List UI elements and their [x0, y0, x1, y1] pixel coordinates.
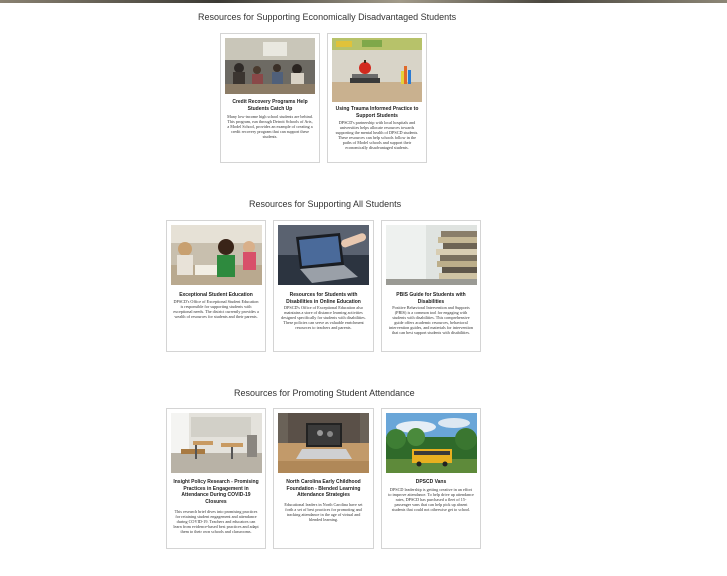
resource-card-credit-recovery[interactable]: Credit Recovery Programs Help Students C…	[220, 33, 320, 163]
card-title[interactable]: Using Trauma Informed Practice to Suppor…	[332, 106, 422, 119]
card-description: Many low-income high school students are…	[227, 114, 313, 140]
card-title[interactable]: PBIS Guide for Students with Disabilitie…	[386, 292, 476, 305]
children-reading-photo	[171, 225, 262, 285]
laptop-desk-photo	[278, 413, 369, 473]
book-stack-photo	[386, 225, 477, 285]
section-title-economically-disadvantaged: Resources for Supporting Economically Di…	[198, 12, 457, 22]
classroom-photo	[225, 38, 315, 94]
school-bus-photo	[386, 413, 477, 473]
card-description: Positive Behavioral Intervention and Sup…	[389, 305, 473, 336]
apple-books-photo	[332, 38, 422, 102]
resource-card-nc-early-childhood[interactable]: North Carolina Early Childhood Foundatio…	[273, 408, 374, 549]
empty-classroom-photo	[171, 413, 262, 473]
section-title-all-students: Resources for Supporting All Students	[249, 199, 402, 209]
card-description: DPSCD leadership is getting creative in …	[388, 487, 474, 513]
section-title-attendance: Resources for Promoting Student Attendan…	[234, 388, 415, 398]
card-title[interactable]: North Carolina Early Childhood Foundatio…	[278, 479, 369, 499]
resource-card-dpscd-vans[interactable]: DPSCD Vans DPSCD leadership is getting c…	[381, 408, 481, 549]
card-title[interactable]: Exceptional Student Education	[171, 292, 261, 299]
resource-card-exceptional-education[interactable]: Exceptional Student Education DPSCD's Of…	[166, 220, 266, 352]
card-title[interactable]: Resources for Students with Disabilities…	[278, 292, 369, 305]
resource-card-insight-policy[interactable]: Insight Policy Research - Promising Prac…	[166, 408, 266, 549]
card-description: This research brief dives into promising…	[173, 509, 259, 535]
card-description: Educational leaders in North Carolina ha…	[284, 502, 363, 523]
laptop-hand-photo	[278, 225, 369, 285]
resource-card-trauma-informed[interactable]: Using Trauma Informed Practice to Suppor…	[327, 33, 427, 163]
top-banner-strip	[0, 0, 727, 3]
card-title[interactable]: Credit Recovery Programs Help Students C…	[225, 99, 315, 112]
resource-card-disabilities-online[interactable]: Resources for Students with Disabilities…	[273, 220, 374, 352]
card-description: DPSCD's partnership with local hospitals…	[335, 120, 419, 151]
card-title[interactable]: Insight Policy Research - Promising Prac…	[171, 479, 261, 505]
resource-card-pbis-guide[interactable]: PBIS Guide for Students with Disabilitie…	[381, 220, 481, 352]
card-description: DPSCD's Office of Exceptional Education …	[281, 305, 366, 331]
card-title[interactable]: DPSCD Vans	[386, 479, 476, 486]
card-description: DPSCD's Office of Exceptional Student Ed…	[173, 299, 259, 320]
